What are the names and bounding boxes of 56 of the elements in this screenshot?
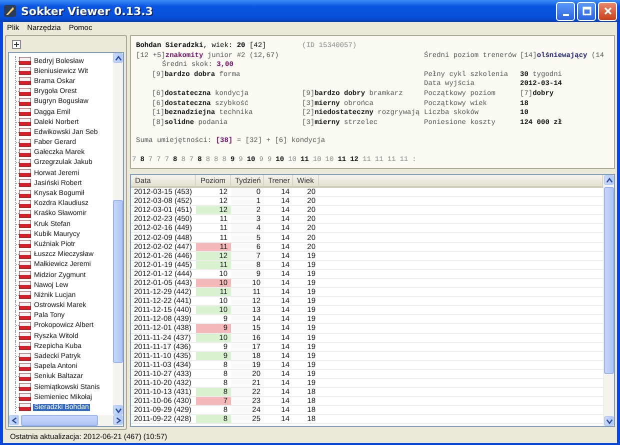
expand-button[interactable] [12, 40, 21, 48]
flag-icon [19, 250, 31, 259]
flag-icon [19, 393, 31, 402]
flag-icon [19, 169, 31, 178]
flag-icon [19, 271, 31, 280]
flag-icon [19, 220, 31, 228]
scroll-right-button[interactable] [113, 415, 123, 425]
flag-icon [19, 352, 31, 361]
flag-icon [19, 281, 31, 290]
minimize-icon [562, 14, 568, 16]
flag-icon [19, 138, 31, 147]
vertical-scrollbar[interactable] [603, 175, 614, 426]
scroll-up-button[interactable] [604, 175, 614, 185]
close-button[interactable] [598, 2, 617, 20]
scroll-down-button[interactable] [604, 416, 614, 426]
flag-icon [19, 210, 31, 218]
flag-icon [19, 77, 31, 86]
scrollbar-thumb[interactable] [604, 187, 614, 374]
flag-icon [19, 148, 31, 157]
flag-icon [19, 312, 31, 320]
flag-icon [19, 128, 31, 136]
flag-icon [19, 342, 31, 350]
flag-icon [19, 302, 31, 310]
flag-icon [19, 190, 31, 198]
flag-icon [19, 108, 31, 116]
flag-icon [19, 179, 31, 188]
flag-icon [19, 260, 31, 269]
flag-icon [19, 230, 31, 238]
vertical-scrollbar[interactable] [113, 53, 123, 415]
flag-icon [19, 372, 31, 381]
maximize-icon [582, 6, 592, 16]
scroll-up-button[interactable] [113, 53, 123, 63]
scroll-left-button[interactable] [9, 415, 19, 425]
flag-icon [19, 57, 31, 66]
flag-icon [19, 240, 31, 248]
maximize-button[interactable] [577, 2, 596, 20]
flag-icon [19, 332, 31, 340]
flag-icon [19, 98, 31, 106]
flag-icon [19, 383, 31, 392]
flag-icon [19, 403, 31, 412]
flag-icon [19, 362, 31, 371]
flag-icon [19, 118, 31, 126]
flag-icon [19, 67, 31, 76]
window-title: Sokker Viewer 0.13.3 [21, 4, 154, 18]
flag-icon [19, 88, 31, 96]
flag-icon [19, 200, 31, 208]
close-icon [602, 6, 612, 16]
flag-icon [19, 322, 31, 330]
flag-icon [19, 158, 31, 167]
scrollbar-thumb[interactable] [113, 200, 123, 363]
scrollbar-thumb[interactable] [20, 415, 98, 426]
minimize-button[interactable] [556, 2, 575, 20]
horizontal-scrollbar[interactable] [9, 415, 123, 426]
app-icon [3, 4, 17, 18]
scroll-down-button[interactable] [113, 405, 123, 415]
flag-icon [19, 291, 31, 300]
